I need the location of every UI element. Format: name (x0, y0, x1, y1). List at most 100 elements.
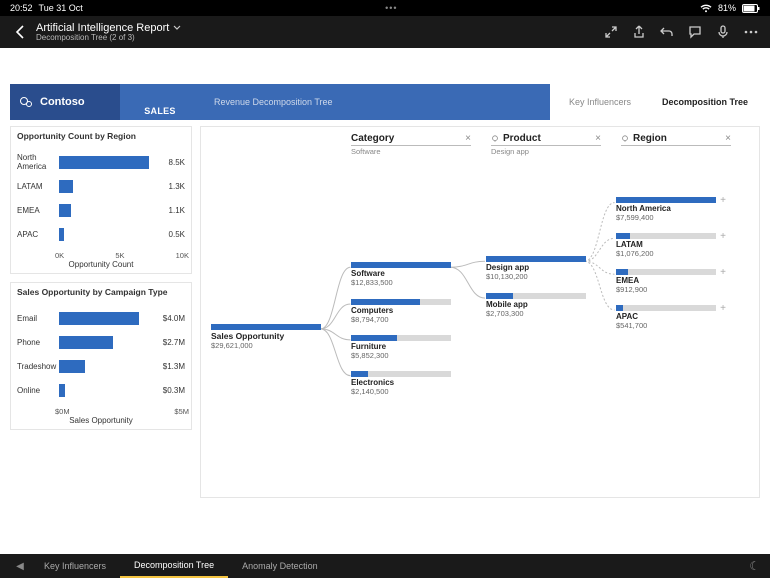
lightbulb-icon (491, 135, 499, 143)
expand-plus-icon[interactable]: + (720, 231, 726, 242)
app-header: Artificial Intelligence Report Decomposi… (0, 16, 770, 48)
close-icon[interactable]: × (595, 133, 601, 144)
bar-track (59, 360, 159, 373)
bar-label: Phone (17, 338, 59, 347)
bar-track (59, 384, 159, 397)
col-category-sub: Software (351, 147, 471, 156)
col-product-sub: Design app (491, 147, 601, 156)
mini1-axis: 0K5K10K (11, 251, 191, 260)
tree-node-root[interactable]: Sales Opportunity $29,621,000 (211, 324, 321, 350)
page-tab-key-influencers[interactable]: Key Influencers (30, 554, 120, 578)
report-title: Artificial Intelligence Report (36, 22, 169, 34)
nav-ribbon: Contoso SALES Revenue Decomposition Tree… (10, 84, 760, 120)
ios-center-dots: ••• (385, 3, 397, 13)
tree-node-north-america[interactable]: North America $7,599,400 + (616, 197, 716, 222)
ios-status-bar: 20:52 Tue 31 Oct ••• 81% (0, 0, 770, 16)
decomposition-tree-visual[interactable]: Category × Software Product × Design app (200, 126, 760, 498)
tree-node-electronics[interactable]: Electronics $2,140,500 (351, 371, 451, 396)
bar-value: 1.1K (169, 206, 185, 215)
brand-name: Contoso (40, 96, 85, 108)
mini2-axis: $0M $5M (11, 407, 191, 416)
expand-plus-icon[interactable]: + (720, 195, 726, 206)
brand-pill: Contoso (10, 84, 120, 120)
ios-time: 20:52 (10, 3, 33, 13)
tree-node-apac[interactable]: APAC $541,700 + (616, 305, 716, 330)
more-icon[interactable] (740, 21, 762, 43)
tree-node-mobile-app[interactable]: Mobile app $2,703,300 (486, 293, 586, 318)
expand-plus-icon[interactable]: + (720, 303, 726, 314)
page-tab-bar: ◀ Key Influencers Decomposition Tree Ano… (0, 554, 770, 578)
col-region-title: Region (633, 133, 667, 144)
bar-label: Tradeshow (17, 362, 59, 371)
tree-column-headers: Category × Software Product × Design app (201, 133, 759, 156)
tree-node-computers[interactable]: Computers $8,794,700 (351, 299, 451, 324)
bar-value: $2.7M (163, 338, 185, 347)
bar-label: LATAM (17, 182, 59, 191)
page-tab-decomposition-tree[interactable]: Decomposition Tree (120, 554, 228, 578)
col-product-title: Product (503, 133, 541, 144)
bar-row[interactable]: Email $4.0M (17, 307, 185, 329)
bar-value: 1.3K (169, 182, 185, 191)
bar-track (59, 312, 159, 325)
back-button[interactable] (8, 20, 32, 44)
bar-value: $1.3M (163, 362, 185, 371)
mini1-body: North America 8.5K LATAM 1.3K EMEA 1.1K APAC0.… (11, 145, 191, 249)
battery-icon (742, 4, 760, 13)
close-icon[interactable]: × (465, 133, 471, 144)
brand-logo-icon (20, 97, 32, 107)
card-opportunity-by-region[interactable]: Opportunity Count by Region North Americ… (10, 126, 192, 274)
bar-row[interactable]: EMEA 1.1K (17, 199, 185, 221)
expand-plus-icon[interactable]: + (720, 267, 726, 278)
tree-node-software[interactable]: Software $12,833,500 (351, 262, 451, 287)
ios-date: Tue 31 Oct (39, 3, 83, 13)
tree-node-furniture[interactable]: Furniture $5,852,300 (351, 335, 451, 360)
comment-icon[interactable] (684, 21, 706, 43)
bar-track (59, 228, 165, 241)
bar-row[interactable]: LATAM 1.3K (17, 175, 185, 197)
dark-mode-icon[interactable]: ☾ (749, 559, 760, 573)
bar-label: Online (17, 386, 59, 395)
bar-value: $4.0M (163, 314, 185, 323)
undo-icon[interactable] (656, 21, 678, 43)
bar-row[interactable]: North America 8.5K (17, 151, 185, 173)
axis-tick: 0K (55, 251, 64, 260)
tab-key-influencers[interactable]: Key Influencers (550, 84, 650, 120)
bar-track (59, 336, 159, 349)
bar-track (59, 204, 165, 217)
bar-value: $0.3M (163, 386, 185, 395)
lightbulb-icon (621, 135, 629, 143)
bar-row[interactable]: Phone $2.7M (17, 331, 185, 353)
bar-row[interactable]: APAC0.5K (17, 223, 185, 245)
close-icon[interactable]: × (725, 133, 731, 144)
bar-label: Email (17, 314, 59, 323)
share-icon[interactable] (628, 21, 650, 43)
axis-tick: $5M (174, 407, 189, 416)
expand-icon[interactable] (600, 21, 622, 43)
chevron-down-icon[interactable] (173, 25, 181, 31)
axis-tick: 5K (115, 251, 124, 260)
tree-node-emea[interactable]: EMEA $912,900 + (616, 269, 716, 294)
mic-icon[interactable] (712, 21, 734, 43)
bar-value: 8.5K (169, 158, 185, 167)
bar-row[interactable]: Tradeshow $1.3M (17, 355, 185, 377)
prev-page-button[interactable]: ◀ (10, 561, 30, 572)
bar-label: EMEA (17, 206, 59, 215)
bar-row[interactable]: Online $0.3M (17, 379, 185, 401)
mini2-axis-label: Sales Opportunity (11, 416, 191, 429)
mini2-title: Sales Opportunity by Campaign Type (11, 283, 191, 301)
tab-rev-decomp[interactable]: Revenue Decomposition Tree (200, 84, 550, 120)
tree-node-design-app[interactable]: Design app $10,130,200 (486, 256, 586, 281)
bar-label: APAC (17, 230, 59, 239)
tab-decomposition-tree[interactable]: Decomposition Tree (650, 84, 760, 120)
page-tab-anomaly-detection[interactable]: Anomaly Detection (228, 554, 332, 578)
bar-label: North America (17, 153, 59, 171)
tab-sales[interactable]: SALES (120, 84, 200, 120)
bar-track (59, 156, 165, 169)
axis-tick: $0M (55, 407, 70, 416)
mini1-title: Opportunity Count by Region (11, 127, 191, 145)
col-category-title: Category (351, 133, 394, 144)
card-opportunity-by-campaign[interactable]: Sales Opportunity by Campaign Type Email… (10, 282, 192, 430)
report-subtitle: Decomposition Tree (2 of 3) (36, 34, 181, 43)
tree-node-latam[interactable]: LATAM $1,076,200 + (616, 233, 716, 258)
mini2-body: Email $4.0M Phone $2.7M Tradeshow $1.3M Online… (11, 301, 191, 405)
